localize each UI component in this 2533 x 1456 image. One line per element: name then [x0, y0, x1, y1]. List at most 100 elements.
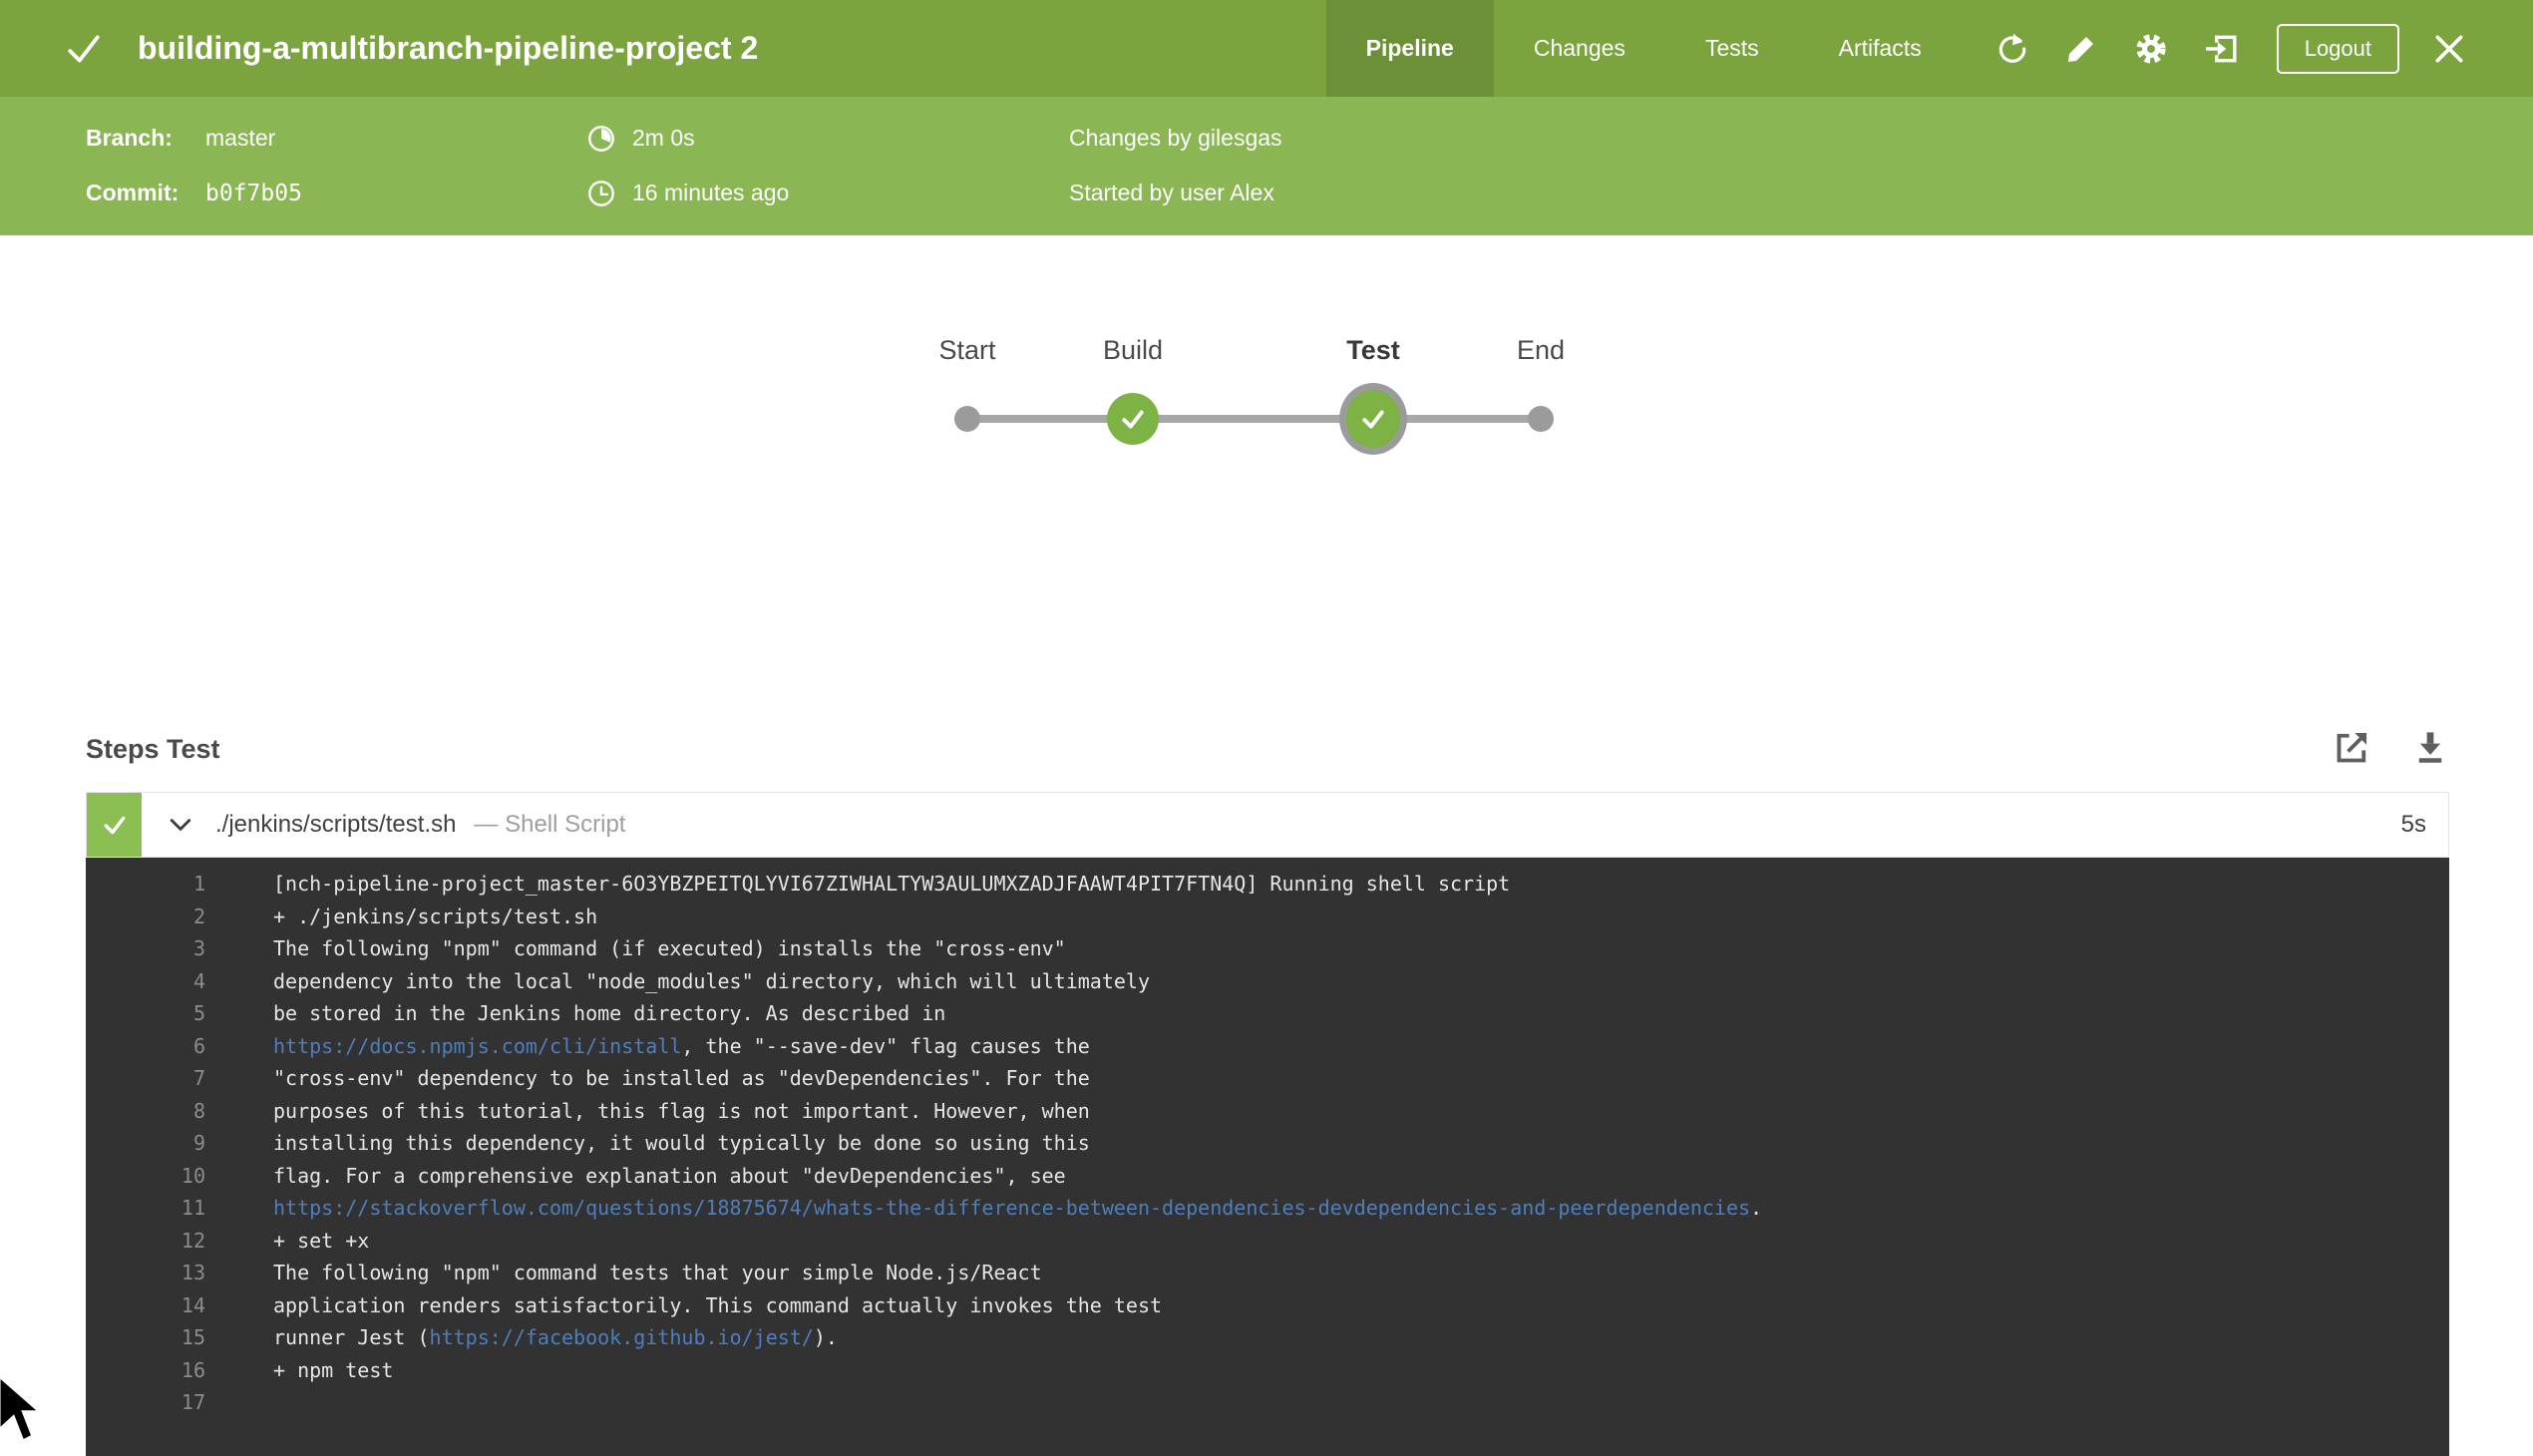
- steps-actions: [2334, 728, 2449, 766]
- step-row[interactable]: ./jenkins/scripts/test.sh — Shell Script…: [86, 792, 2449, 858]
- console-text-segment: ).: [813, 1325, 838, 1349]
- console-line: 9 installing this dependency, it would ty…: [86, 1127, 2449, 1160]
- console-line: 8 purposes of this tutorial, this flag is…: [86, 1095, 2449, 1128]
- line-text: + npm test: [273, 1354, 393, 1387]
- line-number[interactable]: 16: [86, 1354, 205, 1387]
- console-text-segment: flag. For a comprehensive explanation ab…: [273, 1163, 1066, 1188]
- started-ago-row: 16 minutes ago: [586, 166, 789, 220]
- step-duration: 5s: [2400, 811, 2426, 838]
- logout-button[interactable]: Logout: [2276, 23, 2399, 74]
- pipeline-graph: Start Build Test End: [938, 325, 1591, 455]
- line-number[interactable]: 3: [86, 932, 205, 965]
- line-number[interactable]: 6: [86, 1030, 205, 1063]
- timing-column: 2m 0s 16 minutes ago: [586, 111, 789, 220]
- line-number[interactable]: 4: [86, 965, 205, 998]
- pipeline-connector-line: [967, 415, 1541, 423]
- console-line: 1 [nch-pipeline-project_master-6O3YBZPEIT…: [86, 868, 2449, 901]
- line-number[interactable]: 5: [86, 997, 205, 1030]
- line-text: "cross-env" dependency to be installed a…: [273, 1062, 1090, 1095]
- console-text-segment: + ./jenkins/scripts/test.sh: [273, 904, 598, 928]
- console-log: 1 [nch-pipeline-project_master-6O3YBZPEIT…: [86, 858, 2449, 1456]
- step-subtitle: — Shell Script: [474, 811, 626, 838]
- line-number[interactable]: 8: [86, 1095, 205, 1128]
- console-text-segment: application renders satisfactorily. This…: [273, 1292, 1163, 1317]
- mouse-cursor: [0, 1372, 47, 1452]
- console-line: 7 "cross-env" dependency to be installed …: [86, 1062, 2449, 1095]
- console-line: 16 + npm test: [86, 1354, 2449, 1387]
- line-number[interactable]: 14: [86, 1289, 205, 1322]
- header-tabs: Pipeline Changes Tests Artifacts: [1325, 0, 1962, 97]
- rerun-icon[interactable]: [1991, 29, 2031, 69]
- line-text: purposes of this tutorial, this flag is …: [273, 1095, 1090, 1128]
- download-icon[interactable]: [2411, 728, 2449, 766]
- line-number[interactable]: 15: [86, 1321, 205, 1354]
- console-text-segment: dependency into the local "node_modules"…: [273, 968, 1150, 993]
- tab-tests[interactable]: Tests: [1665, 0, 1799, 97]
- started-ago-value: 16 minutes ago: [632, 180, 790, 205]
- node-success-circle[interactable]: [1107, 393, 1159, 445]
- line-number[interactable]: 9: [86, 1127, 205, 1160]
- settings-icon[interactable]: [2131, 29, 2171, 69]
- console-link[interactable]: https://stackoverflow.com/questions/1887…: [273, 1196, 1750, 1220]
- go-to-classic-icon[interactable]: [2201, 29, 2241, 69]
- line-text: dependency into the local "node_modules"…: [273, 965, 1150, 998]
- console-text-segment: , the "--save-dev" flag causes the: [681, 1033, 1090, 1058]
- line-text: flag. For a comprehensive explanation ab…: [273, 1160, 1066, 1193]
- console-line: 3 The following "npm" command (if execute…: [86, 932, 2449, 965]
- console-line: 6 https://docs.npmjs.com/cli/install, the…: [86, 1030, 2449, 1063]
- started-by: Started by user Alex: [1069, 180, 1274, 205]
- tab-changes[interactable]: Changes: [1494, 0, 1665, 97]
- line-number[interactable]: 12: [86, 1225, 205, 1258]
- line-number[interactable]: 2: [86, 901, 205, 933]
- line-text: runner Jest (https://facebook.github.io/…: [273, 1321, 838, 1354]
- line-number[interactable]: 13: [86, 1257, 205, 1289]
- duration-row: 2m 0s: [586, 111, 789, 166]
- steps-heading: Steps Test: [86, 734, 220, 764]
- line-text: application renders satisfactorily. This…: [273, 1289, 1162, 1322]
- console-line: 2 + ./jenkins/scripts/test.sh: [86, 901, 2449, 933]
- node-label: Build: [1102, 335, 1164, 365]
- line-text: + set +x: [273, 1225, 369, 1258]
- line-text: https://docs.npmjs.com/cli/install, the …: [273, 1030, 1090, 1063]
- page-title: building-a-multibranch-pipeline-project …: [138, 30, 759, 66]
- line-number[interactable]: 11: [86, 1192, 205, 1225]
- node-label: End: [1516, 335, 1566, 365]
- console-text-segment: + set +x: [273, 1228, 370, 1253]
- line-text: The following "npm" command (if executed…: [273, 932, 1066, 965]
- console-text-segment: + npm test: [273, 1357, 394, 1382]
- line-text: installing this dependency, it would typ…: [273, 1127, 1090, 1160]
- console-line: 15 runner Jest (https://facebook.github.i…: [86, 1321, 2449, 1354]
- node-label: Test: [1346, 335, 1400, 365]
- console-line: 5 be stored in the Jenkins home directory…: [86, 997, 2449, 1030]
- console-line: 12 + set +x: [86, 1225, 2449, 1258]
- run-header: building-a-multibranch-pipeline-project …: [0, 0, 2533, 97]
- tab-pipeline[interactable]: Pipeline: [1325, 0, 1494, 97]
- console-text-segment: be stored in the Jenkins home directory.…: [273, 1001, 946, 1025]
- line-number[interactable]: 1: [86, 868, 205, 901]
- chevron-down-icon[interactable]: [170, 817, 191, 833]
- console-link[interactable]: https://docs.npmjs.com/cli/install: [273, 1034, 681, 1058]
- line-number[interactable]: 7: [86, 1062, 205, 1095]
- console-line: 13 The following "npm" command tests that…: [86, 1257, 2449, 1289]
- open-in-new-icon[interactable]: [2334, 728, 2371, 766]
- line-text: + ./jenkins/scripts/test.sh: [273, 901, 597, 933]
- console-text-segment: purposes of this tutorial, this flag is …: [273, 1098, 1090, 1123]
- console-line: 11 https://stackoverflow.com/questions/18…: [86, 1192, 2449, 1225]
- console-link[interactable]: https://facebook.github.io/jest/: [430, 1325, 814, 1349]
- tab-artifacts[interactable]: Artifacts: [1799, 0, 1962, 97]
- line-text: The following "npm" command tests that y…: [273, 1257, 1042, 1289]
- commit-row: Commit: b0f7b05: [86, 166, 302, 220]
- console-text-segment: The following "npm" command (if executed…: [273, 936, 1066, 960]
- step-status-success: [87, 793, 142, 857]
- line-number[interactable]: 10: [86, 1160, 205, 1193]
- console-text-segment: "cross-env" dependency to be installed a…: [273, 1066, 1090, 1090]
- branch-value: master: [205, 125, 276, 151]
- node-success-circle[interactable]: [1339, 383, 1407, 455]
- node-terminal-dot[interactable]: [954, 406, 980, 432]
- line-text: be stored in the Jenkins home directory.…: [273, 997, 945, 1030]
- node-terminal-dot[interactable]: [1528, 406, 1554, 432]
- close-icon[interactable]: [2429, 29, 2469, 69]
- console-text-segment: runner Jest (: [273, 1325, 430, 1349]
- edit-icon[interactable]: [2061, 29, 2101, 69]
- step-title: ./jenkins/scripts/test.sh: [215, 811, 457, 838]
